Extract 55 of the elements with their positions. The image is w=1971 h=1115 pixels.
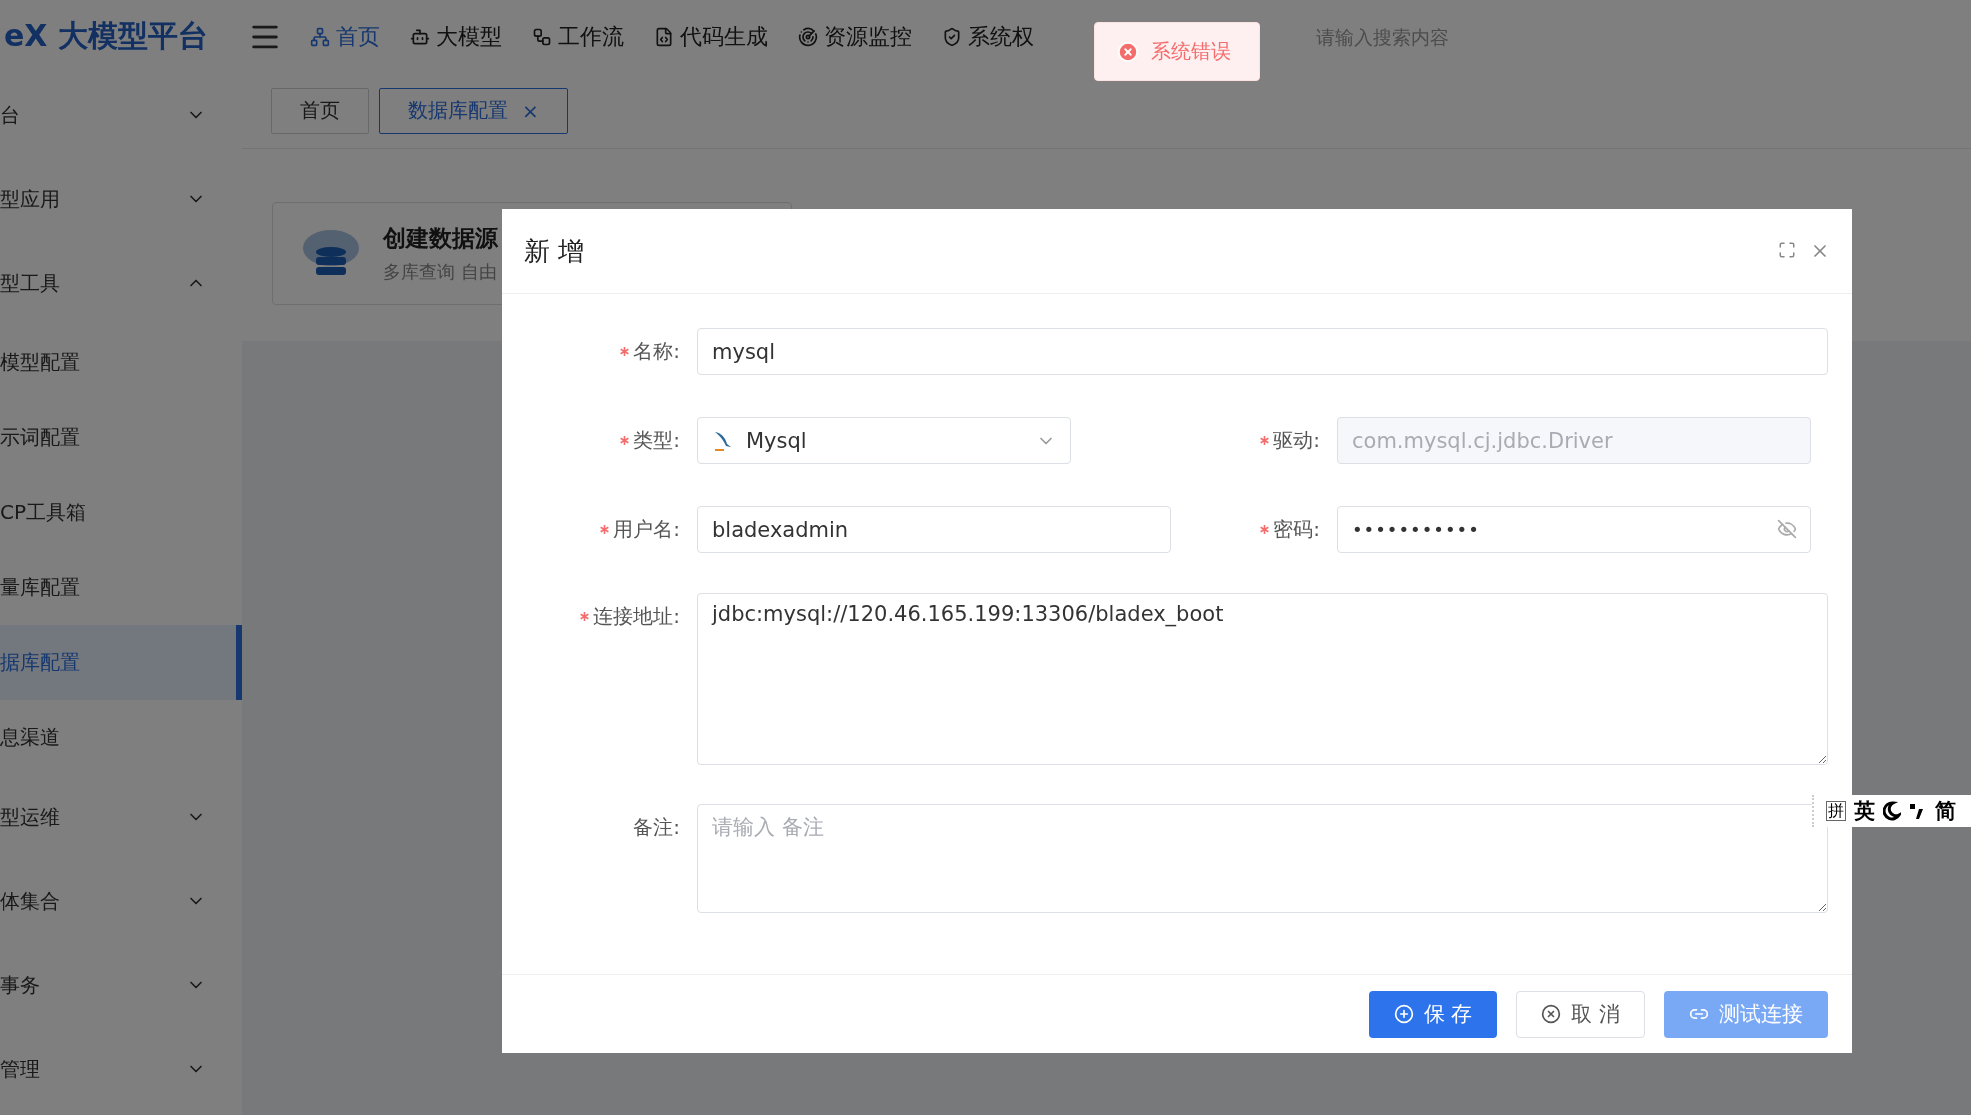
ime-mode-key[interactable]: 拼 <box>1826 801 1846 821</box>
sidebar-group[interactable]: 体集合 <box>0 859 242 943</box>
ime-label[interactable]: 英 <box>1854 797 1875 825</box>
nav-icon <box>942 26 962 47</box>
sidebar-group[interactable]: 台 <box>0 73 242 157</box>
sidebar-item[interactable]: 息渠道 <box>0 700 242 775</box>
note-textarea[interactable]: 请输入 备注 <box>697 804 1828 913</box>
app-logo: eX 大模型平台 <box>3 17 209 55</box>
nav-item[interactable]: 代码生成 <box>654 21 768 52</box>
nav-item[interactable]: 首页 <box>310 21 380 52</box>
field-label: 驱动: <box>1273 427 1320 454</box>
nav-item[interactable]: 系统权 <box>942 21 1034 52</box>
text-field[interactable]: bladexadmin <box>697 506 1171 553</box>
nav-item[interactable]: 资源监控 <box>798 21 912 52</box>
field-label: 备注: <box>633 814 680 841</box>
field-label: 用户名: <box>613 516 680 543</box>
type-select[interactable]: Mysql <box>697 417 1071 464</box>
url-textarea[interactable]: jdbc:mysql://120.46.165.199:13306/bladex_boot <box>697 593 1828 765</box>
password-field[interactable]: ••••••••••• <box>1337 506 1811 553</box>
nav-item[interactable]: 工作流 <box>532 21 624 52</box>
dialog-title: 新 增 <box>524 234 585 268</box>
fullscreen-icon[interactable] <box>1778 241 1796 259</box>
nav-icon <box>654 26 674 47</box>
nav-icon <box>532 26 552 47</box>
sidebar-item[interactable]: CP工具箱 <box>0 475 242 550</box>
nav-icon <box>310 26 330 47</box>
sidebar-item[interactable]: 示词配置 <box>0 400 242 475</box>
card-subtitle: 多库查询 自由 <box>383 260 498 284</box>
sidebar-group[interactable]: 事务 <box>0 943 242 1027</box>
field-label: 密码: <box>1273 516 1320 543</box>
error-icon <box>1117 40 1139 63</box>
text-field[interactable]: mysql <box>697 328 1828 375</box>
field-label: 类型: <box>633 427 680 454</box>
sidebar-item[interactable]: 量库配置 <box>0 550 242 625</box>
sidebar-item[interactable]: 模型配置 <box>0 325 242 400</box>
plus-circle-icon <box>1393 1004 1414 1024</box>
sidebar-group[interactable]: 型工具 <box>0 241 242 325</box>
field-label: 名称: <box>633 338 680 365</box>
sidebar-item[interactable]: 据库配置 <box>0 625 242 700</box>
card-title: 创建数据源 <box>383 224 498 253</box>
page-tab[interactable]: 数据库配置 × <box>379 87 568 134</box>
page-tab[interactable]: 首页 <box>271 87 369 134</box>
field-label: 连接地址: <box>593 603 680 630</box>
dialog-button[interactable]: 取 消 <box>1516 990 1645 1038</box>
dialog-button[interactable]: 保 存 <box>1368 990 1498 1038</box>
toast-text: 系统错误 <box>1151 38 1231 65</box>
x-circle-icon <box>1541 1004 1562 1024</box>
nav-item[interactable]: 大模型 <box>410 21 502 52</box>
sidebar-group[interactable]: 型应用 <box>0 157 242 241</box>
nav-icon <box>798 26 818 47</box>
moon-icon[interactable] <box>1883 801 1901 821</box>
sidebar-group[interactable]: 管理 <box>0 1027 242 1111</box>
sidebar-group[interactable]: 型运维 <box>0 775 242 859</box>
ime-label[interactable]: 简 <box>1935 797 1956 825</box>
close-tab-icon[interactable]: × <box>522 98 539 123</box>
